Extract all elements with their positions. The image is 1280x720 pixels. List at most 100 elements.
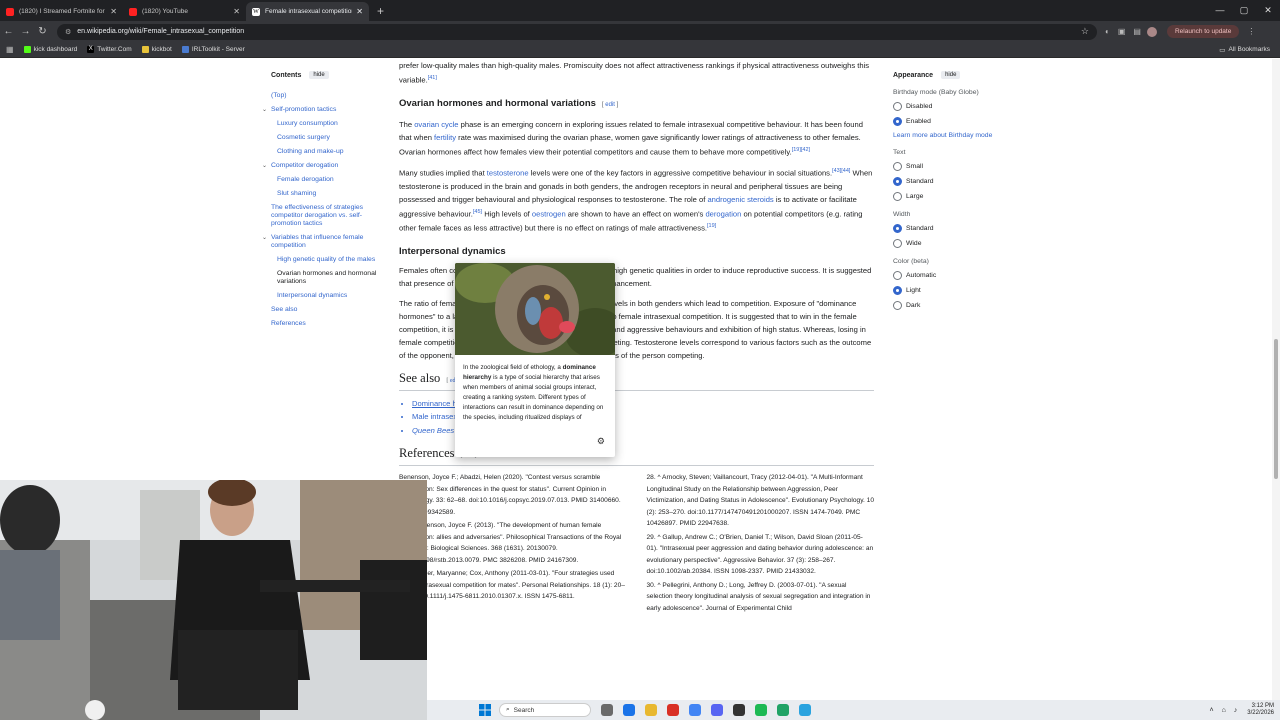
site-info-icon[interactable]: ⚙ — [65, 28, 71, 36]
radio-width-wide[interactable]: Wide — [893, 239, 1023, 248]
table-of-contents: Contents hide (Top) ⌄ Self-promotion tact… — [258, 71, 378, 328]
obs-icon[interactable] — [733, 704, 745, 716]
x-icon: X — [87, 46, 95, 53]
edit-link[interactable]: edit — [605, 102, 615, 108]
bookmark-irltoolkit[interactable]: IRLToolkit - Server — [181, 46, 245, 53]
bookmarks-bar: ▦ kick dashboard X Twitter.Com kickbot I… — [0, 42, 1280, 58]
forward-icon[interactable]: → — [17, 26, 34, 37]
close-icon[interactable]: ✕ — [233, 7, 240, 16]
bookmark-kickbot[interactable]: kickbot — [141, 46, 172, 53]
radio-text-standard[interactable]: Standard — [893, 177, 1023, 186]
all-bookmarks[interactable]: ▭ All Bookmarks — [1219, 46, 1270, 54]
toc-item-cosmetic[interactable]: Cosmetic surgery — [277, 134, 378, 142]
birthday-learn-more-link[interactable]: Learn more about Birthday mode — [893, 132, 1023, 139]
clock[interactable]: 3:12 PM 3/22/2026 — [1247, 703, 1274, 717]
tab-wikipedia[interactable]: W Female intrasexual competition ✕ — [246, 2, 369, 21]
irltoolkit-icon — [181, 46, 189, 53]
new-tab-icon[interactable]: + — [377, 2, 384, 21]
link-fertility[interactable]: fertility — [434, 133, 456, 142]
telegram-icon[interactable] — [799, 704, 811, 716]
toc-item-clothing[interactable]: Clothing and make-up — [277, 148, 378, 156]
discord-icon[interactable] — [711, 704, 723, 716]
app-icon[interactable] — [667, 704, 679, 716]
bookmark-twitter[interactable]: X Twitter.Com — [87, 46, 132, 53]
close-icon[interactable]: ✕ — [110, 7, 117, 16]
browser-icon[interactable] — [689, 704, 701, 716]
section-heading-interpersonal: Interpersonal dynamics — [399, 245, 506, 257]
radio-birthday-disabled[interactable]: Disabled — [893, 102, 1023, 111]
toc-item-see-also[interactable]: See also — [271, 306, 378, 314]
minimize-icon[interactable]: — — [1208, 0, 1232, 20]
chevron-up-icon[interactable]: ˄ — [1209, 707, 1213, 714]
scrollbar-thumb[interactable] — [1274, 339, 1278, 479]
citation[interactable]: [19] — [707, 223, 716, 229]
spotify-icon[interactable] — [755, 704, 767, 716]
bookmark-kick-dashboard[interactable]: kick dashboard — [23, 46, 77, 53]
radio-width-standard[interactable]: Standard — [893, 224, 1023, 233]
toc-item-references[interactable]: References — [271, 320, 378, 328]
chevron-down-icon[interactable]: ⌄ — [262, 234, 267, 242]
profile-avatar[interactable] — [1146, 26, 1157, 37]
toc-item-ovarian[interactable]: Ovarian hormones and hormonal variations — [277, 270, 378, 286]
toc-item-effectiveness[interactable]: The effectiveness of strategies competit… — [271, 204, 378, 228]
reference-item: ^ a b Benenson, Joyce F. (2013). "The de… — [399, 522, 622, 564]
link-androgenic-steroids[interactable]: androgenic steroids — [707, 195, 773, 204]
radio-text-large[interactable]: Large — [893, 192, 1023, 201]
task-view-icon[interactable] — [601, 704, 613, 716]
color-label: Color (beta) — [893, 258, 929, 265]
network-icon[interactable]: ⌂ — [1222, 707, 1226, 714]
sidebar-icon[interactable]: ▤ — [1133, 27, 1141, 36]
radio-selected-icon — [893, 177, 902, 186]
radio-text-small[interactable]: Small — [893, 162, 1023, 171]
tab-youtube[interactable]: (1820) YouTube ✕ — [123, 2, 246, 21]
taskbar-search[interactable]: ⌕ Search — [499, 703, 591, 717]
link-testosterone[interactable]: testosterone — [487, 169, 529, 178]
settings-gear-icon[interactable]: ⚙ — [597, 436, 605, 447]
maximize-icon[interactable]: ▢ — [1232, 0, 1256, 20]
back-icon[interactable]: ← — [0, 26, 17, 37]
toc-item-competitor-derogation[interactable]: ⌄ Competitor derogation — [262, 162, 378, 170]
toc-hide-button[interactable]: hide — [309, 71, 329, 79]
relaunch-button[interactable]: Relaunch to update — [1166, 25, 1240, 38]
link-ovarian-cycle[interactable]: ovarian cycle — [414, 120, 458, 129]
volume-icon[interactable]: ♪ — [1234, 707, 1238, 714]
radio-birthday-enabled[interactable]: Enabled — [893, 117, 1023, 126]
chevron-down-icon[interactable]: ⌄ — [262, 162, 267, 170]
close-window-icon[interactable]: ✕ — [1256, 0, 1280, 20]
page-preview-popup[interactable]: In the zoological field of ethology, a d… — [455, 263, 615, 457]
toc-item-variables[interactable]: ⌄ Variables that influence female competi… — [262, 234, 378, 250]
toc-item-interpersonal[interactable]: Interpersonal dynamics — [277, 292, 378, 300]
file-explorer-icon[interactable] — [645, 704, 657, 716]
chrome-icon[interactable] — [623, 704, 635, 716]
link-oestrogen[interactable]: oestrogen — [532, 209, 566, 218]
radio-icon — [893, 271, 902, 280]
toc-item-luxury[interactable]: Luxury consumption — [277, 120, 378, 128]
page-scrollbar[interactable] — [1272, 59, 1280, 700]
citation[interactable]: [19][42] — [792, 147, 810, 153]
menu-icon[interactable]: ⋮ — [1247, 27, 1255, 36]
apps-icon[interactable]: ▦ — [6, 45, 14, 54]
extension-icon[interactable]: ◐ — [1105, 27, 1110, 36]
windows-start-icon[interactable] — [479, 704, 491, 716]
close-icon[interactable]: ✕ — [356, 7, 363, 16]
extensions-puzzle-icon[interactable]: ▣ — [1118, 27, 1126, 36]
excel-icon[interactable] — [777, 704, 789, 716]
radio-color-automatic[interactable]: Automatic — [893, 271, 1023, 280]
toc-item-top[interactable]: (Top) — [271, 92, 378, 100]
toc-item-female-derogation[interactable]: Female derogation — [277, 176, 378, 184]
citation[interactable]: [43][44] — [832, 168, 850, 174]
radio-color-light[interactable]: Light — [893, 286, 1023, 295]
tab-fortnite[interactable]: (1820) I Streamed Fortnite for 7 ✕ — [0, 2, 123, 21]
toc-item-genetic-quality[interactable]: High genetic quality of the males — [277, 256, 378, 264]
citation[interactable]: [45] — [473, 209, 482, 215]
citation[interactable]: [41] — [428, 75, 437, 81]
bookmark-star-icon[interactable]: ☆ — [1081, 26, 1089, 37]
address-bar[interactable]: ⚙ en.wikipedia.org/wiki/Female_intrasexu… — [57, 23, 1097, 40]
toc-item-slut-shaming[interactable]: Slut shaming — [277, 190, 378, 198]
link-derogation[interactable]: derogation — [705, 209, 741, 218]
appearance-hide-button[interactable]: hide — [941, 71, 961, 79]
chevron-down-icon[interactable]: ⌄ — [262, 106, 267, 114]
radio-color-dark[interactable]: Dark — [893, 301, 1023, 310]
reload-icon[interactable]: ↻ — [34, 26, 51, 37]
toc-item-self-promotion[interactable]: ⌄ Self-promotion tactics — [262, 106, 378, 114]
